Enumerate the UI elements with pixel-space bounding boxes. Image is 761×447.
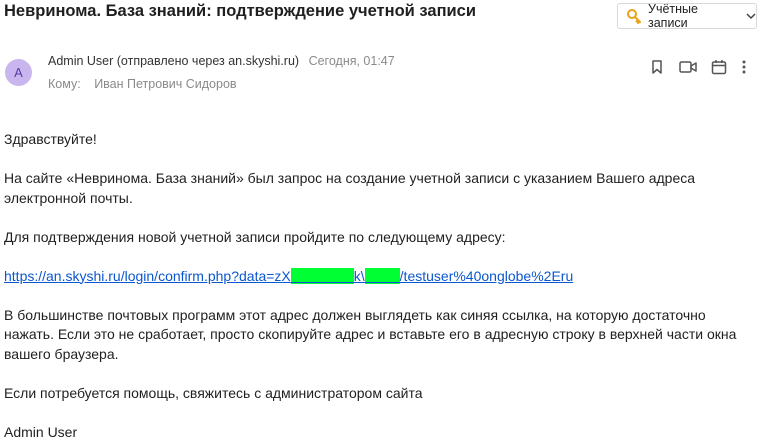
header-actions xyxy=(649,59,747,75)
email-body: Здравствуйте! На сайте «Невринома. База … xyxy=(4,130,756,447)
body-paragraph-2: Для подтверждения новой учетной записи п… xyxy=(4,228,506,245)
email-subject: Невринома. База знаний: подтверждение уч… xyxy=(4,2,476,20)
confirm-link-paragraph: https://an.skyshi.ru/login/confirm.php?d… xyxy=(4,267,756,287)
body-paragraph-4: Если потребуется помощь, свяжитесь с адм… xyxy=(4,384,423,401)
greeting: Здравствуйте! xyxy=(4,131,97,147)
chevron-down-icon xyxy=(746,11,756,21)
accounts-button[interactable]: Учётные записи xyxy=(617,2,757,30)
redaction-mask-1: xxxxxxxxx xyxy=(290,267,354,284)
video-icon[interactable] xyxy=(679,59,697,75)
sender-avatar[interactable]: A xyxy=(5,59,32,86)
confirm-link-part-2: k\ xyxy=(353,267,365,284)
calendar-icon[interactable] xyxy=(711,59,727,75)
more-vertical-icon[interactable] xyxy=(741,59,747,75)
body-paragraph-1: На сайте «Невринома. База знаний» был за… xyxy=(4,170,696,206)
sender-line: Admin User (отправлено через an.skyshi.r… xyxy=(48,54,395,68)
bookmark-icon[interactable] xyxy=(649,59,665,75)
recipient-name[interactable]: Иван Петрович Сидоров xyxy=(94,77,236,91)
sent-time: Сегодня, 01:47 xyxy=(308,54,395,68)
accounts-button-label: Учётные записи xyxy=(648,2,698,30)
signature: Admin User xyxy=(4,423,78,440)
confirm-link-part-1: https://an.skyshi.ru/login/confirm.php?d… xyxy=(4,267,291,284)
email-view: Невринома. База знаний: подтверждение уч… xyxy=(0,0,761,447)
sender-name[interactable]: Admin User (отправлено через an.skyshi.r… xyxy=(48,54,299,68)
recipient-line: Кому: Иван Петрович Сидоров xyxy=(48,77,237,91)
confirm-link-part-3: /testuser%40onglobe%2Eru xyxy=(399,267,574,284)
key-icon xyxy=(626,8,642,24)
redaction-mask-2: xxxxx xyxy=(364,267,400,284)
to-label: Кому: xyxy=(48,77,81,91)
confirm-link[interactable]: https://an.skyshi.ru/login/confirm.php?d… xyxy=(4,267,574,284)
body-paragraph-3: В большинстве почтовых программ этот адр… xyxy=(4,306,737,362)
